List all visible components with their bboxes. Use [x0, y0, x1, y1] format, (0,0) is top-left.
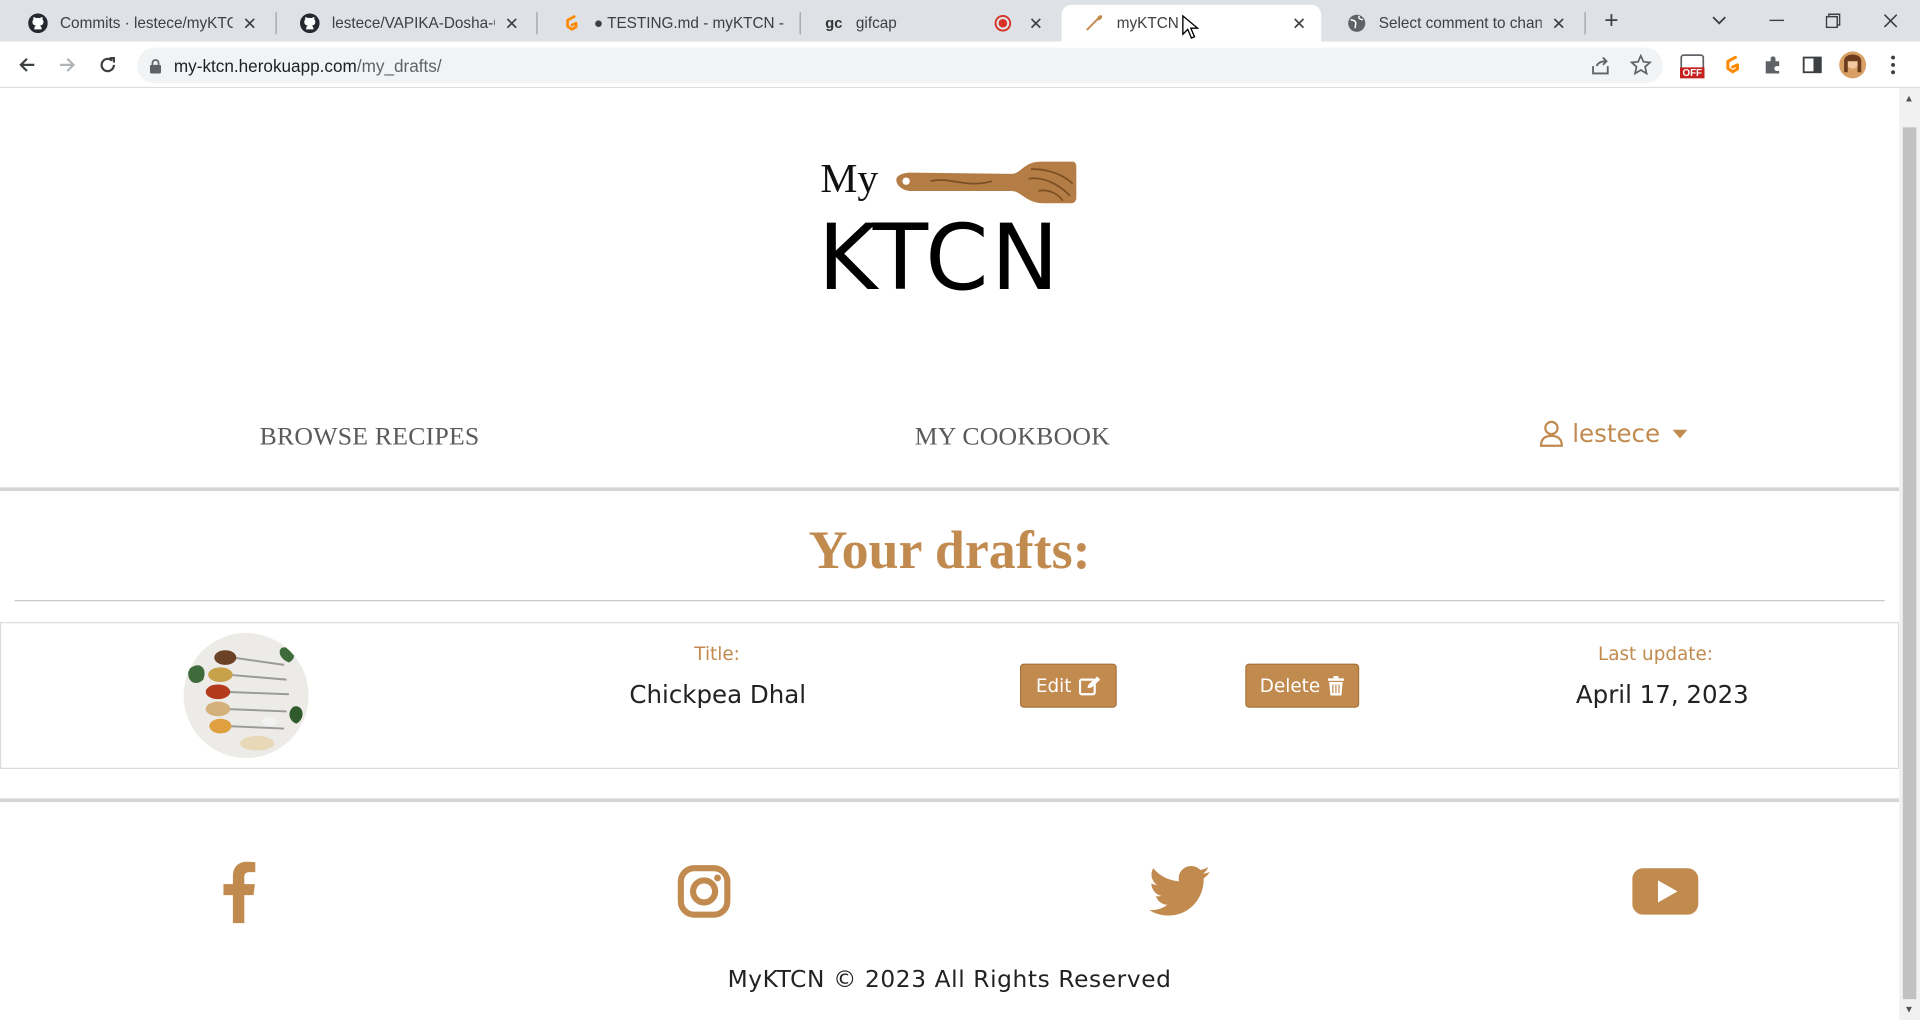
- gitpod-icon: [561, 12, 583, 34]
- title-divider: [14, 600, 1885, 602]
- logo-my-text: My: [820, 156, 879, 203]
- draft-row: Title: Chickpea Dhal Edit Delete Last up…: [0, 622, 1900, 769]
- share-icon[interactable]: [1589, 55, 1611, 81]
- lock-icon: [149, 58, 162, 73]
- github-icon: [299, 12, 321, 34]
- browser-menu-icon[interactable]: [1878, 50, 1907, 79]
- site-logo[interactable]: My KTCN: [818, 157, 1081, 316]
- close-tab-icon[interactable]: ✕: [1026, 13, 1046, 33]
- instagram-icon[interactable]: [676, 863, 732, 919]
- side-panel-icon[interactable]: [1798, 50, 1827, 79]
- delete-draft-button[interactable]: Delete: [1245, 663, 1360, 708]
- recipe-thumbnail[interactable]: [183, 633, 309, 758]
- gitpod-extension-icon[interactable]: [1718, 50, 1747, 79]
- restore-icon[interactable]: [1805, 0, 1861, 42]
- browser-toolbar: my-ktcn.herokuapp.com/my_drafts/ OFF: [0, 41, 1920, 89]
- logo-ktcn-text: KTCN: [817, 205, 1062, 312]
- spoon-favicon-icon: [1084, 12, 1106, 34]
- close-tab-icon[interactable]: ✕: [240, 13, 260, 33]
- gifcap-icon: gc: [825, 14, 843, 32]
- forward-icon[interactable]: [53, 50, 82, 79]
- minimize-icon[interactable]: [1749, 0, 1805, 42]
- new-tab-button[interactable]: +: [1597, 7, 1626, 36]
- browser-tab-gifcap[interactable]: gc gifcap ✕: [801, 5, 1058, 42]
- page-title: Your drafts:: [808, 520, 1091, 581]
- tab-separator: [1584, 12, 1586, 35]
- bookmark-star-icon[interactable]: [1629, 53, 1653, 80]
- tab-title: myKTCN: [1116, 14, 1179, 32]
- extension-badge: OFF: [1682, 67, 1703, 79]
- tab-search-icon[interactable]: [1691, 0, 1747, 42]
- nav-divider: [0, 487, 1900, 492]
- nav-browse-recipes[interactable]: BROWSE RECIPES: [260, 421, 480, 452]
- footer-divider: [0, 798, 1900, 803]
- extension-off-icon[interactable]: OFF: [1678, 50, 1707, 79]
- youtube-icon[interactable]: [1632, 867, 1699, 916]
- github-icon: [27, 12, 49, 34]
- url-host: my-ktcn.herokuapp.com: [173, 55, 357, 76]
- tab-title: Commits · lestece/myKTCN: [60, 14, 233, 32]
- chevron-down-icon: [1672, 429, 1688, 438]
- username: lestece: [1572, 418, 1661, 449]
- recording-icon: [992, 12, 1014, 34]
- facebook-icon[interactable]: [218, 860, 260, 924]
- edit-icon: [1078, 676, 1101, 696]
- title-label: Title:: [694, 642, 740, 665]
- browser-tab-admin[interactable]: Select comment to change ✕: [1324, 5, 1581, 42]
- scroll-down-arrow-icon[interactable]: ▼: [1904, 1004, 1914, 1015]
- tab-title: ● TESTING.md - myKTCN - Gitpod: [593, 14, 784, 32]
- extensions-puzzle-icon[interactable]: [1758, 50, 1787, 79]
- last-update-label: Last update:: [1597, 642, 1713, 665]
- page-content: My KTCN BROWSE RECIPES MY COOKBOOK leste…: [0, 88, 1900, 1020]
- last-update-date: April 17, 2023: [1575, 679, 1749, 709]
- url-path: /my_drafts/: [356, 55, 442, 76]
- edit-button-label: Edit: [1035, 674, 1072, 697]
- browser-tab-bar: Commits · lestece/myKTCN ✕ lestece/VAPIK…: [0, 0, 1920, 42]
- twitter-icon[interactable]: [1149, 864, 1211, 918]
- browser-tab-gitpod[interactable]: ● TESTING.md - myKTCN - Gitpod: [539, 5, 796, 42]
- tab-title: Select comment to change: [1378, 14, 1542, 32]
- profile-avatar[interactable]: [1838, 50, 1867, 79]
- nav-my-cookbook[interactable]: MY COOKBOOK: [915, 421, 1110, 452]
- trash-icon: [1328, 675, 1345, 696]
- scrollbar-thumb[interactable]: [1902, 127, 1917, 1000]
- tab-title: lestece/VAPIKA-Dosha-Quiz: [331, 14, 495, 32]
- draft-title[interactable]: Chickpea Dhal: [629, 680, 806, 709]
- close-window-icon[interactable]: [1862, 0, 1918, 42]
- reload-icon[interactable]: [93, 50, 122, 79]
- scroll-up-arrow-icon[interactable]: ▲: [1904, 93, 1914, 104]
- mouse-cursor-icon: [1182, 14, 1199, 39]
- user-icon: [1539, 420, 1563, 447]
- user-dropdown[interactable]: lestece: [1539, 418, 1688, 449]
- close-tab-icon[interactable]: ✕: [1549, 13, 1569, 33]
- copyright-text: MyKTCN © 2023 All Rights Reserved: [727, 966, 1172, 994]
- edit-draft-button[interactable]: Edit: [1020, 663, 1117, 708]
- page-scrollbar[interactable]: ▲ ▼: [1899, 88, 1920, 1020]
- address-bar[interactable]: my-ktcn.herokuapp.com/my_drafts/: [137, 47, 1663, 84]
- tab-separator: [536, 12, 538, 35]
- close-tab-icon[interactable]: ✕: [502, 13, 522, 33]
- globe-icon: [1346, 12, 1368, 34]
- browser-tab-commits[interactable]: Commits · lestece/myKTCN ✕: [5, 5, 272, 42]
- back-icon[interactable]: [12, 50, 41, 79]
- wooden-spoon-icon: [896, 161, 1077, 204]
- tab-title: gifcap: [855, 14, 897, 32]
- delete-button-label: Delete: [1259, 674, 1321, 697]
- browser-tab-vapika[interactable]: lestece/VAPIKA-Dosha-Quiz ✕: [277, 5, 534, 42]
- close-tab-icon[interactable]: ✕: [1289, 13, 1309, 33]
